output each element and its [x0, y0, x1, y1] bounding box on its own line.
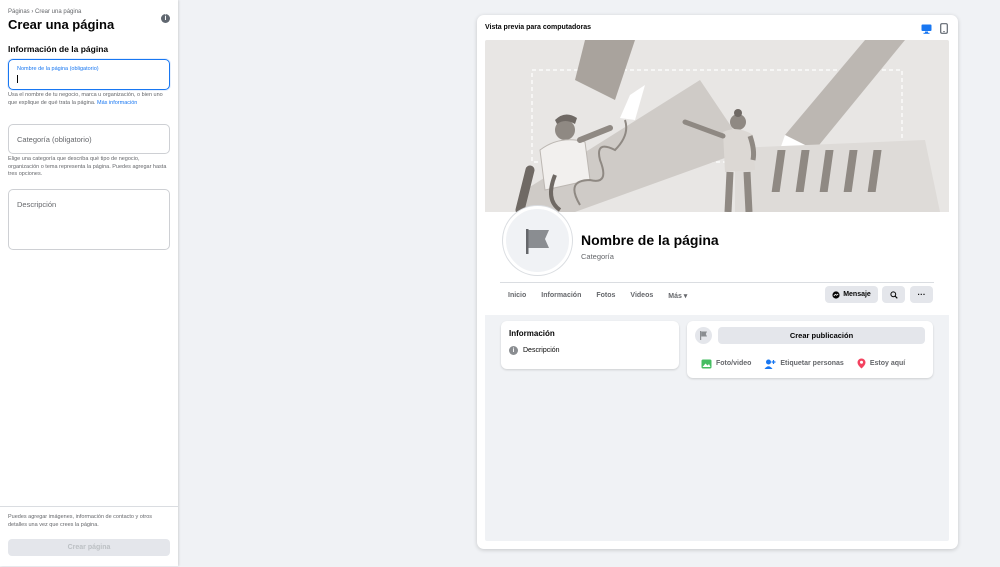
- page-title: Crear una página: [8, 17, 115, 32]
- category-placeholder: Categoría (obligatorio): [17, 135, 92, 144]
- tag-people-action[interactable]: Etiquetar personas: [764, 358, 844, 369]
- more-button[interactable]: ···: [910, 286, 933, 303]
- create-page-button[interactable]: Crear página: [8, 539, 170, 556]
- profile-header: Nombre de la página Categoría Inicio Inf…: [485, 206, 949, 315]
- photo-icon: [701, 359, 712, 368]
- photo-video-action[interactable]: Foto/video: [701, 358, 751, 369]
- description-row: i Descripción: [509, 346, 560, 355]
- mobile-icon[interactable]: [940, 23, 948, 34]
- location-icon: [857, 358, 866, 369]
- photo-video-label: Foto/video: [716, 360, 752, 367]
- page-category: Categoría: [581, 252, 614, 261]
- desktop-preview-card: Vista previa para computadoras Nombre de…: [477, 15, 958, 549]
- text-caret: [17, 75, 18, 83]
- message-label: Mensaje: [843, 291, 871, 298]
- page-name-label: Nombre de la página (obligatorio): [17, 66, 99, 72]
- page-name-field[interactable]: Nombre de la página (obligatorio): [8, 59, 170, 90]
- messenger-icon: [832, 290, 840, 299]
- page-preview: Nombre de la página Categoría Inicio Inf…: [485, 40, 949, 541]
- sidebar-footer: Puedes agregar imágenes, información de …: [0, 506, 178, 567]
- section-title: Información de la página: [8, 44, 109, 54]
- info-icon[interactable]: i: [161, 14, 170, 23]
- flag-icon: [700, 331, 707, 340]
- more-info-link[interactable]: Más información: [97, 100, 137, 106]
- message-button[interactable]: Mensaje: [825, 286, 878, 303]
- page-name-help-text: Usa el nombre de tu negocio, marca u org…: [8, 92, 163, 106]
- create-post-card: Crear publicación Foto/video Etiquetar p…: [687, 321, 933, 378]
- tab-inicio[interactable]: Inicio: [508, 292, 526, 300]
- page-name-help: Usa el nombre de tu negocio, marca u org…: [8, 92, 172, 107]
- info-card-title: Información: [509, 329, 555, 338]
- tab-videos[interactable]: Videos: [630, 292, 653, 300]
- search-icon: [889, 290, 898, 299]
- info-card: Información i Descripción: [501, 321, 679, 369]
- divider: [500, 282, 934, 283]
- profile-picture[interactable]: [503, 206, 572, 275]
- tab-informacion[interactable]: Información: [541, 292, 581, 300]
- check-in-label: Estoy aquí: [869, 360, 906, 367]
- page-tabs: Inicio Información Fotos Videos Más ▾: [508, 292, 702, 300]
- preview-title: Vista previa para computadoras: [485, 24, 592, 31]
- search-button[interactable]: [882, 286, 905, 303]
- post-avatar: [695, 327, 712, 344]
- create-post-button[interactable]: Crear publicación: [718, 327, 925, 344]
- tab-fotos[interactable]: Fotos: [596, 292, 615, 300]
- footer-text: Puedes agregar imágenes, información de …: [8, 514, 152, 528]
- description-placeholder: Descripción: [17, 200, 57, 209]
- cover-illustration: [485, 40, 949, 212]
- tab-mas[interactable]: Más ▾: [668, 292, 687, 300]
- flag-icon: [526, 229, 549, 254]
- create-page-sidebar: Páginas › Crear una página Crear una pág…: [0, 0, 178, 566]
- description-field[interactable]: Descripción: [8, 189, 170, 250]
- post-actions: Foto/video Etiquetar personas Estoy aquí: [701, 358, 905, 369]
- category-field[interactable]: Categoría (obligatorio): [8, 124, 170, 154]
- category-help: Elige una categoría que describa qué tip…: [8, 156, 167, 178]
- tag-people-label: Etiquetar personas: [780, 360, 844, 367]
- description-label: Descripción: [523, 347, 560, 354]
- check-in-action[interactable]: Estoy aquí: [857, 358, 905, 369]
- tag-people-icon: [764, 359, 776, 369]
- info-circle-icon: i: [509, 346, 518, 355]
- desktop-icon[interactable]: [921, 24, 932, 34]
- page-name: Nombre de la página: [581, 232, 719, 248]
- more-icon: ···: [917, 290, 926, 299]
- breadcrumb[interactable]: Páginas › Crear una página: [8, 9, 81, 15]
